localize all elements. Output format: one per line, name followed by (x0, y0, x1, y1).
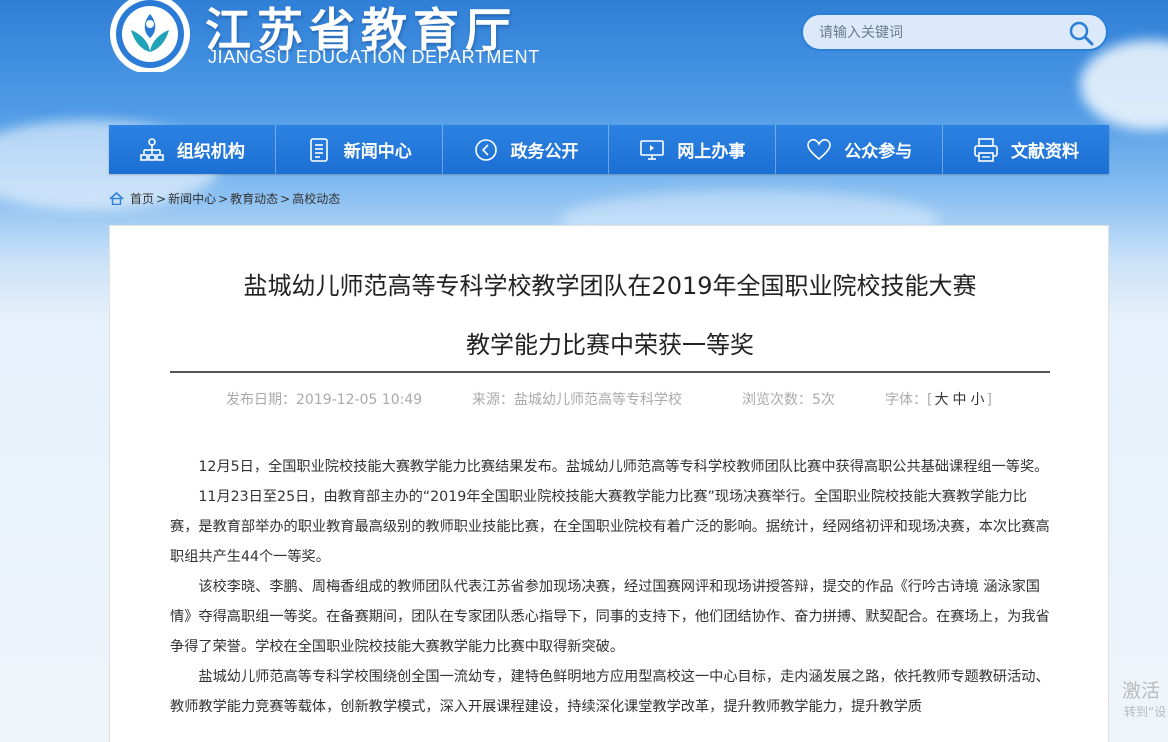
search-input[interactable] (819, 21, 1059, 45)
breadcrumb-university-news[interactable]: 高校动态 (292, 190, 340, 207)
activation-watermark-sub: 转到“设 (1124, 705, 1167, 719)
font-size-label: 字体： (885, 392, 927, 408)
activation-watermark: 激活 (1122, 680, 1161, 702)
nav-label: 公众参与 (844, 142, 913, 162)
nav-item-organization[interactable]: 组织机构 (109, 125, 276, 174)
article-paragraph: 盐城幼儿师范高等专科学校围绕创全国一流幼专，建特色鲜明地方应用型高校这一中心目标… (170, 669, 1050, 715)
article-body: 12月5日，全国职业院校技能大赛教学能力比赛结果发布。盐城幼儿师范高等专科学校教… (170, 452, 1050, 722)
education-emblem-icon (110, 0, 190, 74)
nav-label: 新闻中心 (343, 142, 412, 162)
article-paragraph: 该校李晓、李鹏、周梅香组成的教师团队代表江苏省参加现场决赛，经过国赛网评和现场讲… (170, 579, 1050, 655)
search-icon (1069, 21, 1094, 46)
site-logo[interactable] (109, 0, 191, 74)
nav-label: 文献资料 (1011, 142, 1080, 162)
article-paragraph: 11月23日至25日，由教育部主办的“2019年全国职业院校技能大赛教学能力比赛… (170, 489, 1050, 565)
article-panel: 盐城幼儿师范高等专科学校教学团队在2019年全国职业院校技能大赛 教学能力比赛中… (109, 225, 1109, 742)
article-source: 来源：盐城幼儿师范高等专科学校 (472, 392, 682, 408)
printer-icon (974, 137, 998, 162)
view-count: 浏览次数：5次 (742, 392, 835, 408)
article-paragraph: 12月5日，全国职业院校技能大赛教学能力比赛结果发布。盐城幼儿师范高等专科学校教… (198, 459, 1049, 475)
nav-label: 政务公开 (510, 142, 579, 162)
nav-item-online-services[interactable]: 网上办事 (609, 125, 777, 174)
breadcrumb-separator: > (280, 191, 291, 206)
font-size-small[interactable]: 小 (970, 392, 984, 408)
site-subtitle: JIANGSU EDUCATION DEPARTMENT (208, 47, 540, 67)
monitor-icon (640, 139, 665, 160)
breadcrumb-separator: > (156, 191, 167, 206)
font-size-large[interactable]: 大 (934, 392, 948, 408)
breadcrumb-education-news[interactable]: 教育动态 (230, 190, 278, 207)
article-title-line2: 教学能力比赛中荣获一等奖 (466, 331, 754, 359)
nav-item-news[interactable]: 新闻中心 (275, 125, 443, 174)
home-icon (109, 192, 124, 205)
breadcrumb-home[interactable]: 首页 (130, 190, 154, 207)
main-nav: 组织机构 新闻中心 政务公开 网上办事 公众参与 文献资料 (109, 125, 1109, 174)
font-size-medium[interactable]: 中 (952, 392, 966, 408)
font-size-selector: 字体：[大中小] (885, 392, 992, 408)
nav-label: 网上办事 (677, 142, 746, 162)
org-chart-icon (140, 137, 164, 161)
title-divider (170, 371, 1050, 373)
breadcrumb: 首页 > 新闻中心 > 教育动态 > 高校动态 (109, 190, 340, 207)
cloud-decoration (1080, 40, 1168, 130)
search-button[interactable] (1068, 20, 1094, 46)
breadcrumb-separator: > (218, 191, 229, 206)
nav-label: 组织机构 (176, 142, 245, 162)
publish-date: 发布日期：2019-12-05 10:49 (226, 392, 423, 408)
search-box (801, 13, 1108, 51)
heart-icon (807, 138, 832, 160)
nav-item-documents[interactable]: 文献资料 (943, 125, 1109, 174)
nav-item-public-participation[interactable]: 公众参与 (776, 125, 944, 174)
article-title-line1: 盐城幼儿师范高等专科学校教学团队在2019年全国职业院校技能大赛 (243, 272, 977, 300)
document-icon (309, 137, 328, 162)
play-circle-icon (474, 138, 497, 161)
breadcrumb-news-center[interactable]: 新闻中心 (168, 190, 216, 207)
nav-item-government-affairs[interactable]: 政务公开 (442, 125, 610, 174)
